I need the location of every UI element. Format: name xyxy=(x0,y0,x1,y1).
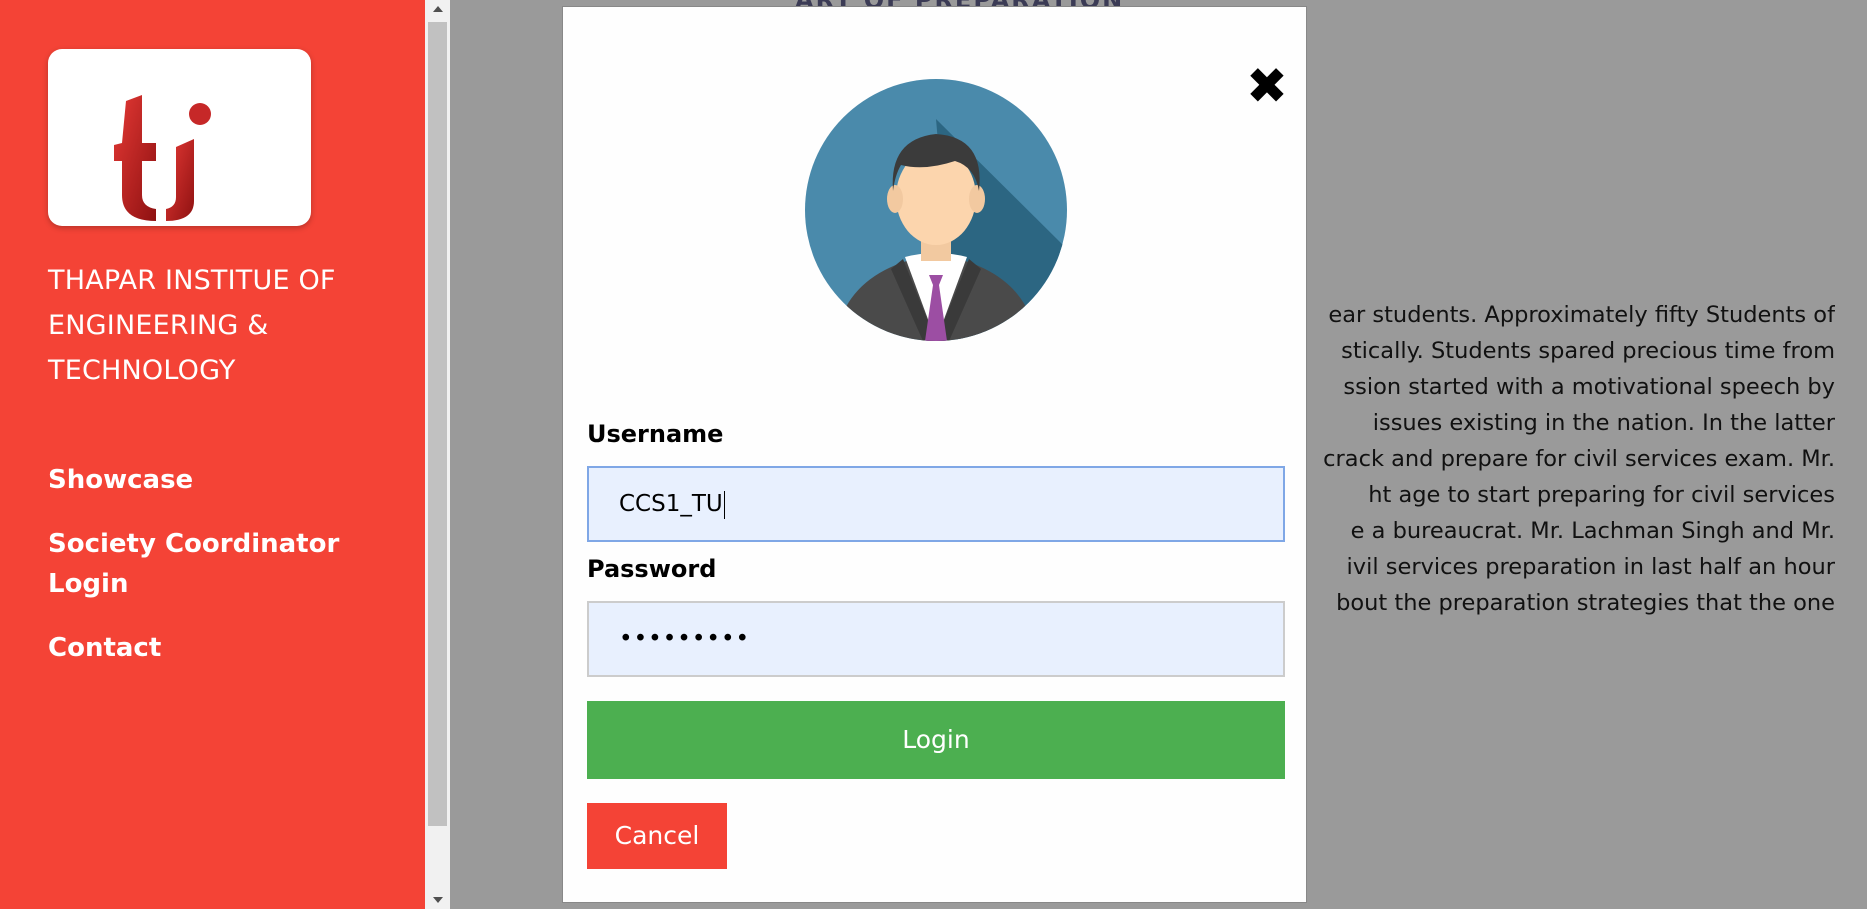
article-line: stically. Students spared precious time … xyxy=(1341,338,1835,364)
article-line: bout the preparation strategies that the… xyxy=(1336,590,1835,616)
ti-logo-icon xyxy=(114,95,211,221)
login-button[interactable]: Login xyxy=(587,701,1285,779)
article-line: ht age to start preparing for civil serv… xyxy=(1368,482,1835,508)
sidebar: THAPAR INSTITUE OF ENGINEERING & TECHNOL… xyxy=(0,0,425,909)
username-value: CCS1_TU xyxy=(619,491,723,517)
login-modal: ✖ Username CCS1_TU Password ••••••••• Lo… xyxy=(562,6,1307,903)
scrollbar[interactable] xyxy=(425,0,450,909)
password-input[interactable]: ••••••••• xyxy=(587,601,1285,677)
text-caret xyxy=(723,490,725,519)
scroll-thumb[interactable] xyxy=(428,22,447,826)
nav-showcase[interactable]: Showcase xyxy=(48,460,368,500)
logo[interactable] xyxy=(48,49,311,226)
scroll-down-arrow-icon[interactable] xyxy=(425,889,450,909)
article-line: e a bureaucrat. Mr. Lachman Singh and Mr… xyxy=(1350,518,1835,544)
article-line: crack and prepare for civil services exa… xyxy=(1323,446,1835,472)
sidebar-nav: Showcase Society Coordinator Login Conta… xyxy=(48,460,368,692)
institute-name-line: ENGINEERING & xyxy=(48,310,269,341)
username-label: Username xyxy=(587,420,724,448)
cancel-button[interactable]: Cancel xyxy=(587,803,727,869)
article-line: ssion started with a motivational speech… xyxy=(1343,374,1835,400)
scroll-up-arrow-icon[interactable] xyxy=(425,0,450,20)
article-line: ivil services preparation in last half a… xyxy=(1346,554,1835,580)
article-line: ear students. Approximately fifty Studen… xyxy=(1328,302,1835,328)
institute-name-line: TECHNOLOGY xyxy=(48,355,236,386)
user-avatar-icon xyxy=(805,79,1067,341)
article-line: issues existing in the nation. In the la… xyxy=(1372,410,1835,436)
close-icon[interactable]: ✖ xyxy=(1243,61,1291,111)
institute-name: THAPAR INSTITUE OF ENGINEERING & TECHNOL… xyxy=(48,258,378,393)
nav-contact[interactable]: Contact xyxy=(48,628,368,668)
nav-society-coordinator-login[interactable]: Society Coordinator Login xyxy=(48,524,368,604)
institute-name-line: THAPAR INSTITUE OF xyxy=(48,265,336,296)
username-input[interactable]: CCS1_TU xyxy=(587,466,1285,542)
password-label: Password xyxy=(587,555,717,583)
article-paragraph: ear students. Approximately fifty Studen… xyxy=(1305,297,1835,621)
